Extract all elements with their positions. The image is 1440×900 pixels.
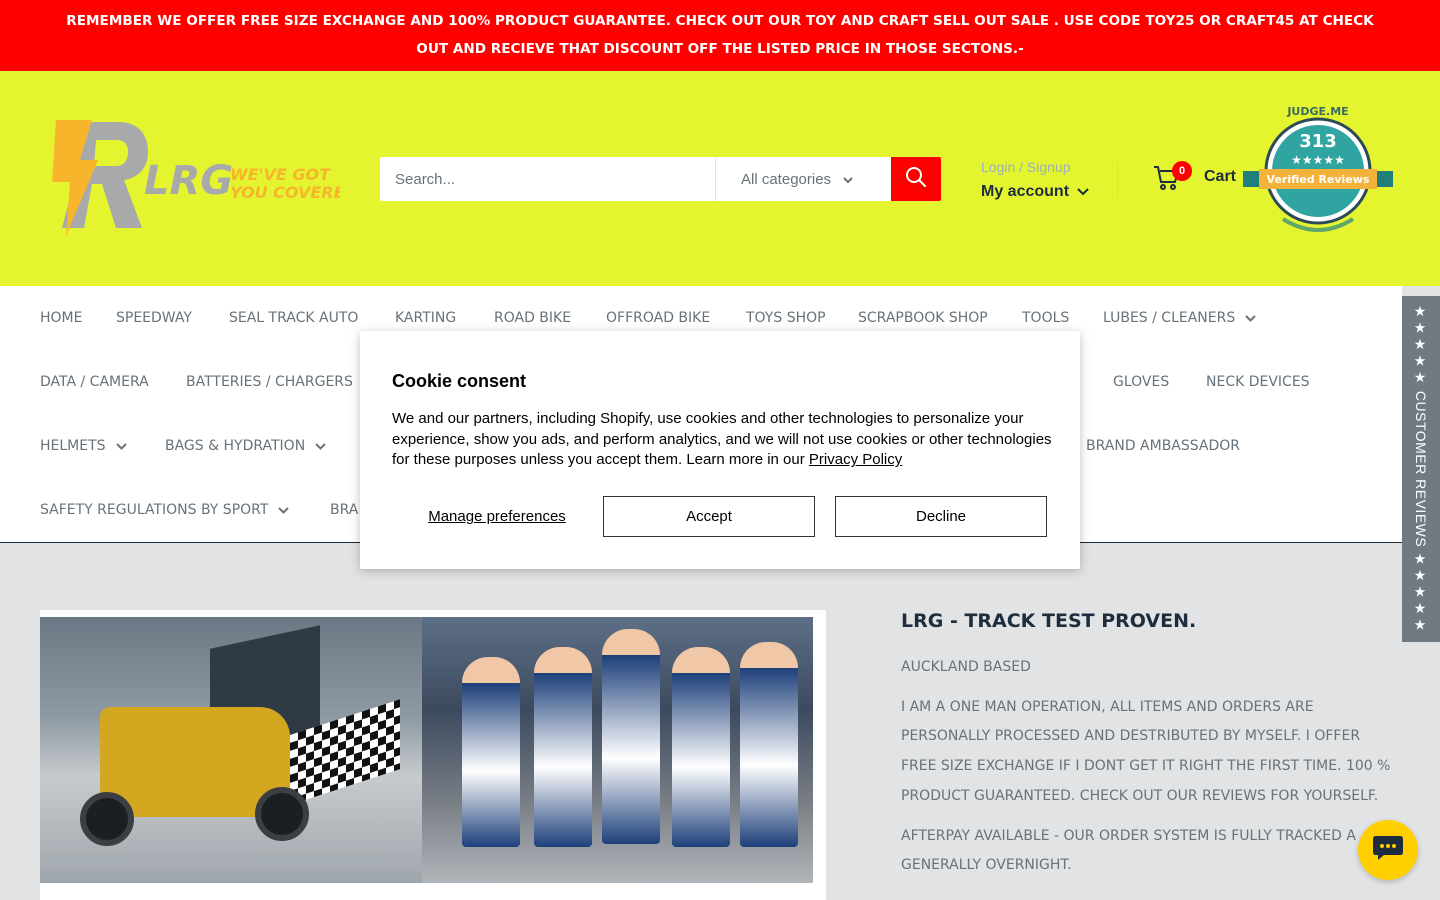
nav-item-karting[interactable]: KARTING <box>395 308 456 328</box>
account-menu: Login / Signup My account <box>981 158 1089 202</box>
nav-item-lubes-cleaners[interactable]: LUBES / CLEANERS <box>1103 308 1256 328</box>
site-logo[interactable]: LRG WE'VE GOT YOU COVERED <box>40 120 340 238</box>
nav-label: KARTING <box>395 310 457 326</box>
chevron-down-icon <box>278 502 290 518</box>
logo-tagline-1: WE'VE GOT <box>230 165 331 184</box>
manage-preferences-button[interactable]: Manage preferences <box>392 496 602 537</box>
category-select[interactable]: All categories <box>715 157 891 201</box>
chevron-down-icon <box>1245 310 1256 326</box>
nav-label: TOYS SHOP <box>746 310 826 326</box>
nav-label: BATTERIES / CHARGERS <box>186 374 353 390</box>
chevron-down-icon <box>843 171 853 188</box>
car-wheel <box>255 787 309 841</box>
logo-tagline-2: YOU COVERED <box>230 183 340 202</box>
nav-item-batteries-chargers[interactable]: BATTERIES / CHARGERS <box>186 372 353 392</box>
search-button[interactable] <box>891 157 941 201</box>
nav-label: HOME <box>40 310 83 326</box>
nav-label: HELMETS <box>40 438 106 454</box>
hero-photo <box>40 617 813 883</box>
nav-item-home[interactable]: HOME <box>40 308 82 328</box>
announcement-text: REMEMBER WE OFFER FREE SIZE EXCHANGE AND… <box>66 13 1374 57</box>
team-member <box>672 647 730 847</box>
nav-item-gloves[interactable]: GLOVES <box>1113 372 1169 392</box>
search-icon <box>905 166 927 193</box>
nav-label: SEAL TRACK AUTO <box>229 310 359 326</box>
chat-icon <box>1372 834 1404 867</box>
nav-label: BAGS & HYDRATION <box>165 438 306 454</box>
nav-item-neck-devices[interactable]: NECK DEVICES <box>1206 372 1310 392</box>
nav-label: SAFETY REGULATIONS BY SPORT <box>40 502 269 518</box>
badge-label: Verified Reviews <box>1267 173 1370 186</box>
nav-label: TOOLS <box>1022 310 1070 326</box>
nav-item-tools[interactable]: TOOLS <box>1022 308 1069 328</box>
badge-top-text: JUDGE.ME <box>1286 105 1348 118</box>
nav-item-scrapbook-shop[interactable]: SCRAPBOOK SHOP <box>858 308 988 328</box>
search-input[interactable] <box>380 157 715 201</box>
hero-image-card <box>40 610 826 900</box>
search-bar: All categories <box>380 157 941 201</box>
nav-item-safety-regulations[interactable]: SAFETY REGULATIONS BY SPORT <box>40 500 290 520</box>
judgeme-verified-reviews-badge[interactable]: JUDGE.ME 313 ★★★★★ Verified Reviews <box>1243 101 1393 243</box>
cart-label: Cart <box>1204 168 1237 185</box>
nav-label: SCRAPBOOK SHOP <box>858 310 988 326</box>
decline-button[interactable]: Decline <box>835 496 1047 537</box>
nav-label: OFFROAD BIKE <box>606 310 711 326</box>
login-signup-link[interactable]: Login / Signup <box>981 158 1089 176</box>
about-title: LRG - TRACK TEST PROVEN. <box>901 610 1197 632</box>
nav-item-toys-shop[interactable]: TOYS SHOP <box>746 308 826 328</box>
car-wheel <box>80 792 134 846</box>
about-location: AUCKLAND BASED <box>901 659 1031 675</box>
nav-item-seal-track-auto[interactable]: SEAL TRACK AUTO <box>229 308 358 328</box>
nav-label: GLOVES <box>1113 374 1170 390</box>
accept-button[interactable]: Accept <box>603 496 815 537</box>
my-account-label: My account <box>981 183 1070 200</box>
cart-icon: 0 <box>1152 161 1192 191</box>
about-description: I AM A ONE MAN OPERATION, ALL ITEMS AND … <box>901 698 1391 804</box>
nav-item-data-camera[interactable]: DATA / CAMERA <box>40 372 149 392</box>
nav-label: ROAD BIKE <box>494 310 572 326</box>
race-car-photo <box>40 617 422 883</box>
nav-item-road-bike[interactable]: ROAD BIKE <box>494 308 571 328</box>
team-member <box>602 629 660 844</box>
chevron-down-icon <box>315 438 326 454</box>
privacy-policy-link[interactable]: Privacy Policy <box>809 451 902 468</box>
nav-label: NECK DEVICES <box>1206 374 1310 390</box>
main-content: LRG - TRACK TEST PROVEN. AUCKLAND BASED … <box>0 543 1440 900</box>
nav-item-speedway[interactable]: SPEEDWAY <box>116 308 192 328</box>
cookie-text: We and our partners, including Shopify, … <box>392 410 1052 469</box>
cookie-title: Cookie consent <box>392 371 527 391</box>
nav-label: DATA / CAMERA <box>40 374 149 390</box>
about-afterpay: AFTERPAY AVAILABLE - OUR ORDER SYSTEM IS… <box>901 827 1356 874</box>
logo-brand: LRG <box>144 158 233 204</box>
team-member <box>740 642 798 847</box>
nav-item-offroad-bike[interactable]: OFFROAD BIKE <box>606 308 710 328</box>
nav-label: LUBES / CLEANERS <box>1103 310 1236 326</box>
about-section: LRG - TRACK TEST PROVEN. AUCKLAND BASED … <box>901 609 1391 881</box>
badge-stars: ★★★★★ <box>1291 153 1345 167</box>
team-photo <box>422 617 813 883</box>
site-header: LRG WE'VE GOT YOU COVERED All categories… <box>0 71 1440 286</box>
nav-label: BRA <box>330 502 359 518</box>
chevron-down-icon <box>115 438 127 454</box>
nav-label: BRAND AMBASSADOR <box>1086 438 1241 454</box>
my-account-dropdown[interactable]: My account <box>981 182 1089 202</box>
cart-count-badge: 0 <box>1172 161 1192 181</box>
cart-link[interactable]: 0 Cart <box>1152 161 1237 191</box>
category-select-value: All categories <box>741 170 832 188</box>
chevron-down-icon <box>1077 188 1089 196</box>
chat-button[interactable] <box>1358 820 1418 880</box>
header-divider <box>1117 162 1118 198</box>
nav-item-brands[interactable]: BRA <box>330 500 358 520</box>
cookie-consent-dialog: Cookie consent We and our partners, incl… <box>360 331 1080 569</box>
nav-item-bags-hydration[interactable]: BAGS & HYDRATION <box>165 436 326 456</box>
nav-label: SPEEDWAY <box>116 310 192 326</box>
announcement-bar: REMEMBER WE OFFER FREE SIZE EXCHANGE AND… <box>0 0 1440 71</box>
badge-review-count: 313 <box>1299 131 1337 152</box>
nav-item-helmets[interactable]: HELMETS <box>40 436 127 456</box>
nav-item-brand-ambassador[interactable]: BRAND AMBASSADOR <box>1086 436 1240 456</box>
team-member <box>534 647 592 847</box>
cookie-description: We and our partners, including Shopify, … <box>392 409 1052 471</box>
team-member <box>462 657 520 847</box>
